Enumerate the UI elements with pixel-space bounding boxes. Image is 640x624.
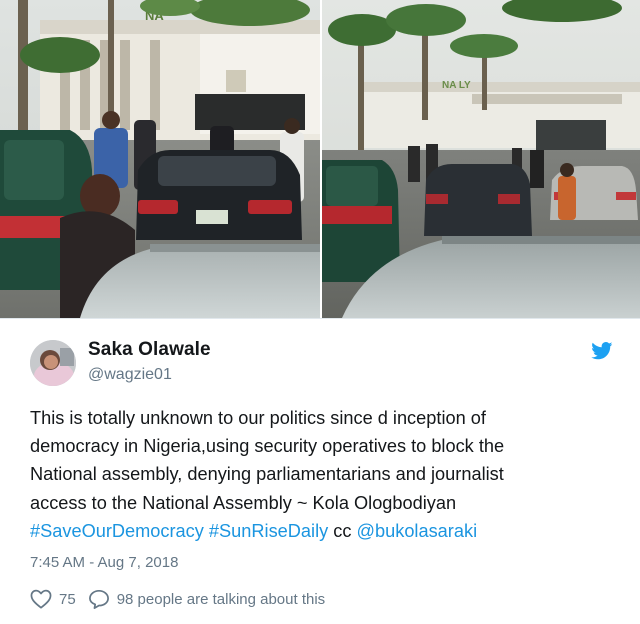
tweet-text-tags-line: #SaveOurDemocracy #SunRiseDaily cc @buko…: [30, 517, 620, 545]
photo-left[interactable]: NA: [0, 0, 320, 318]
like-button[interactable]: 75: [30, 589, 76, 609]
cc-text: cc: [333, 520, 352, 541]
mention-link[interactable]: @bukolasaraki: [357, 521, 478, 541]
tweet-text-line: This is totally unknown to our politics …: [30, 408, 486, 428]
tweet-text-line: National assembly, denying parliamentari…: [30, 464, 504, 485]
avatar[interactable]: [30, 340, 76, 386]
tweet-text-line: democracy in Nigeria,using security oper…: [30, 436, 505, 457]
tweet-text-line: access to the National Assembly ~ Kola O…: [30, 492, 457, 513]
like-count: 75: [59, 590, 76, 608]
display-name[interactable]: Saka Olawale: [88, 339, 211, 361]
photo-right-image: NA LY: [322, 0, 640, 318]
avatar-image: [30, 340, 76, 386]
speech-bubble-icon: [88, 589, 109, 609]
tweet-media[interactable]: NA NA LY: [0, 0, 640, 318]
building-sign-right: NA LY: [442, 80, 471, 91]
twitter-bird-icon[interactable]: [591, 342, 613, 360]
photo-left-image: NA: [0, 0, 320, 318]
hashtag-link[interactable]: #SaveOurDemocracy: [30, 521, 204, 541]
heart-icon: [30, 589, 52, 609]
tweet-timestamp[interactable]: 7:45 AM - Aug 7, 2018: [30, 554, 178, 571]
hashtag-link[interactable]: #SunRiseDaily: [209, 521, 328, 541]
replies-text: 98 people are talking about this: [116, 590, 326, 608]
tweet-actions: 75 98 people are talking about this: [30, 588, 325, 610]
photo-right[interactable]: NA LY: [322, 0, 640, 318]
user-handle[interactable]: @wagzie01: [88, 366, 172, 384]
tweet-text: This is totally unknown to our politics …: [30, 404, 620, 545]
reply-conversation-link[interactable]: 98 people are talking about this: [88, 589, 325, 609]
